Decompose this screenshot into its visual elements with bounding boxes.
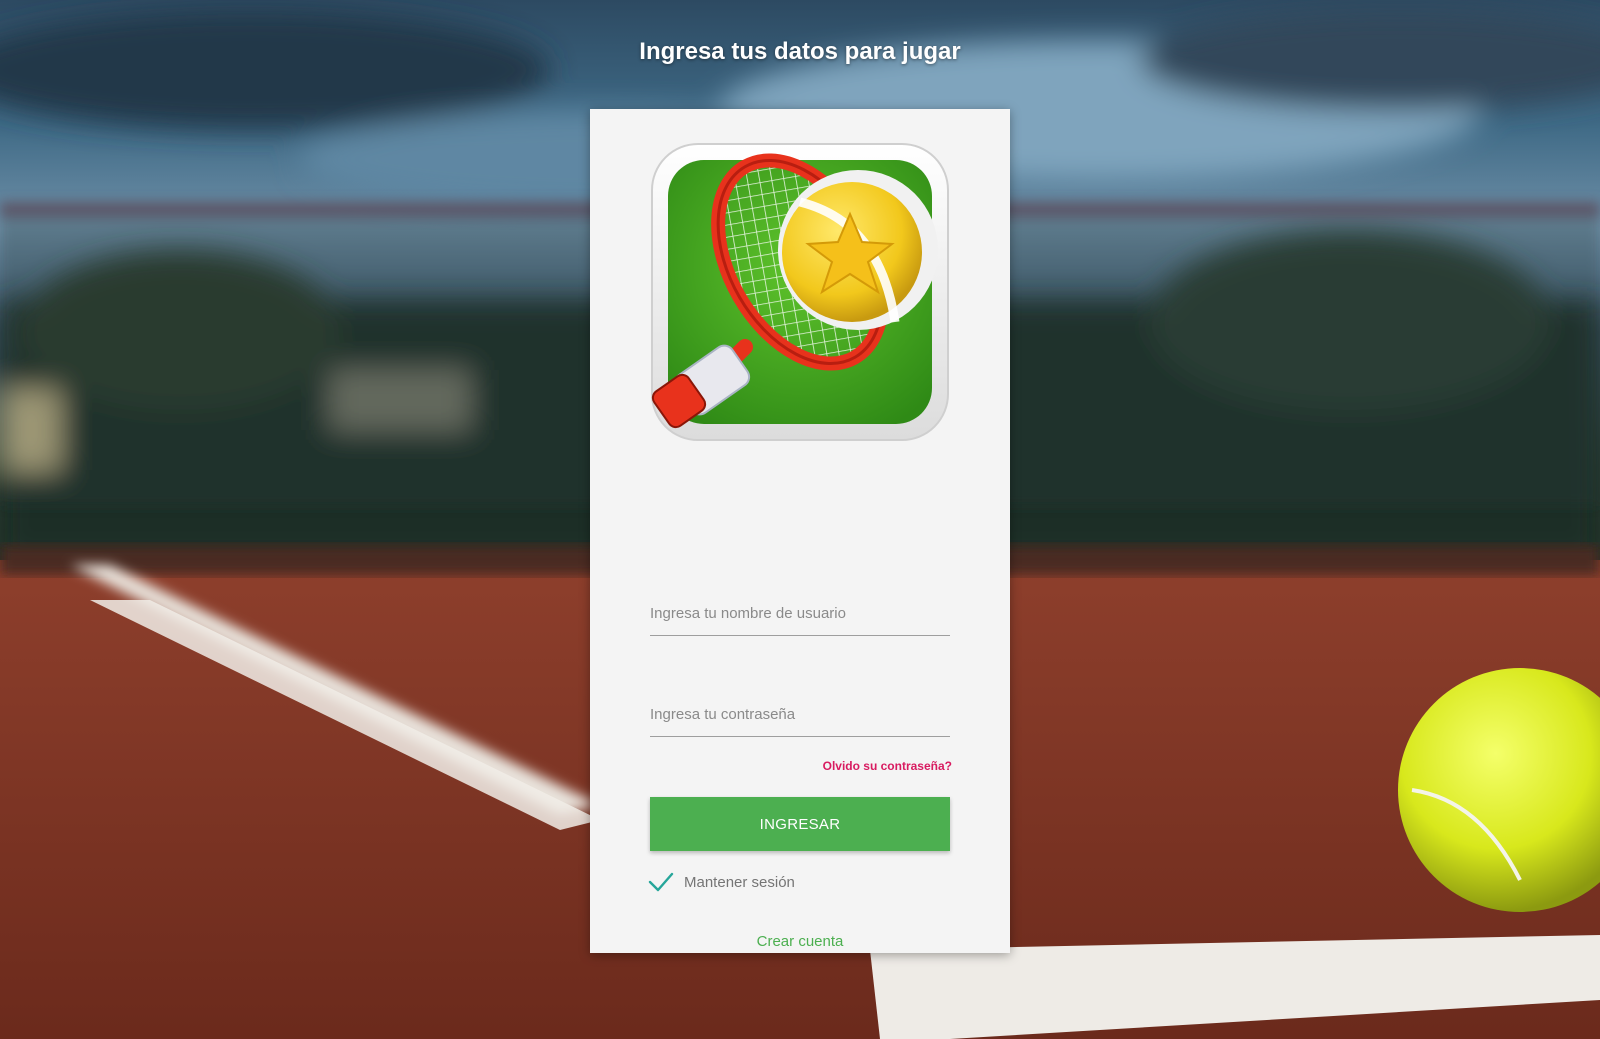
keep-session-checkbox[interactable]: Mantener sesión <box>648 870 795 894</box>
create-account-link[interactable]: Crear cuenta <box>590 933 1010 950</box>
password-input[interactable] <box>650 692 950 736</box>
tennis-racket-ball-icon <box>650 142 950 442</box>
keep-session-label: Mantener sesión <box>684 873 795 891</box>
username-field[interactable] <box>650 591 950 636</box>
page-title: Ingresa tus datos para jugar <box>639 38 961 65</box>
password-field[interactable] <box>650 692 950 737</box>
login-card: Olvido su contraseña? INGRESAR Mantener … <box>590 109 1010 953</box>
forgot-password-link[interactable]: Olvido su contraseña? <box>823 759 952 773</box>
check-icon <box>648 872 674 892</box>
login-button[interactable]: INGRESAR <box>650 797 950 851</box>
login-screen: Ingresa tus datos para jugar Ingresa tu … <box>0 0 1600 1039</box>
username-input[interactable] <box>650 591 950 635</box>
